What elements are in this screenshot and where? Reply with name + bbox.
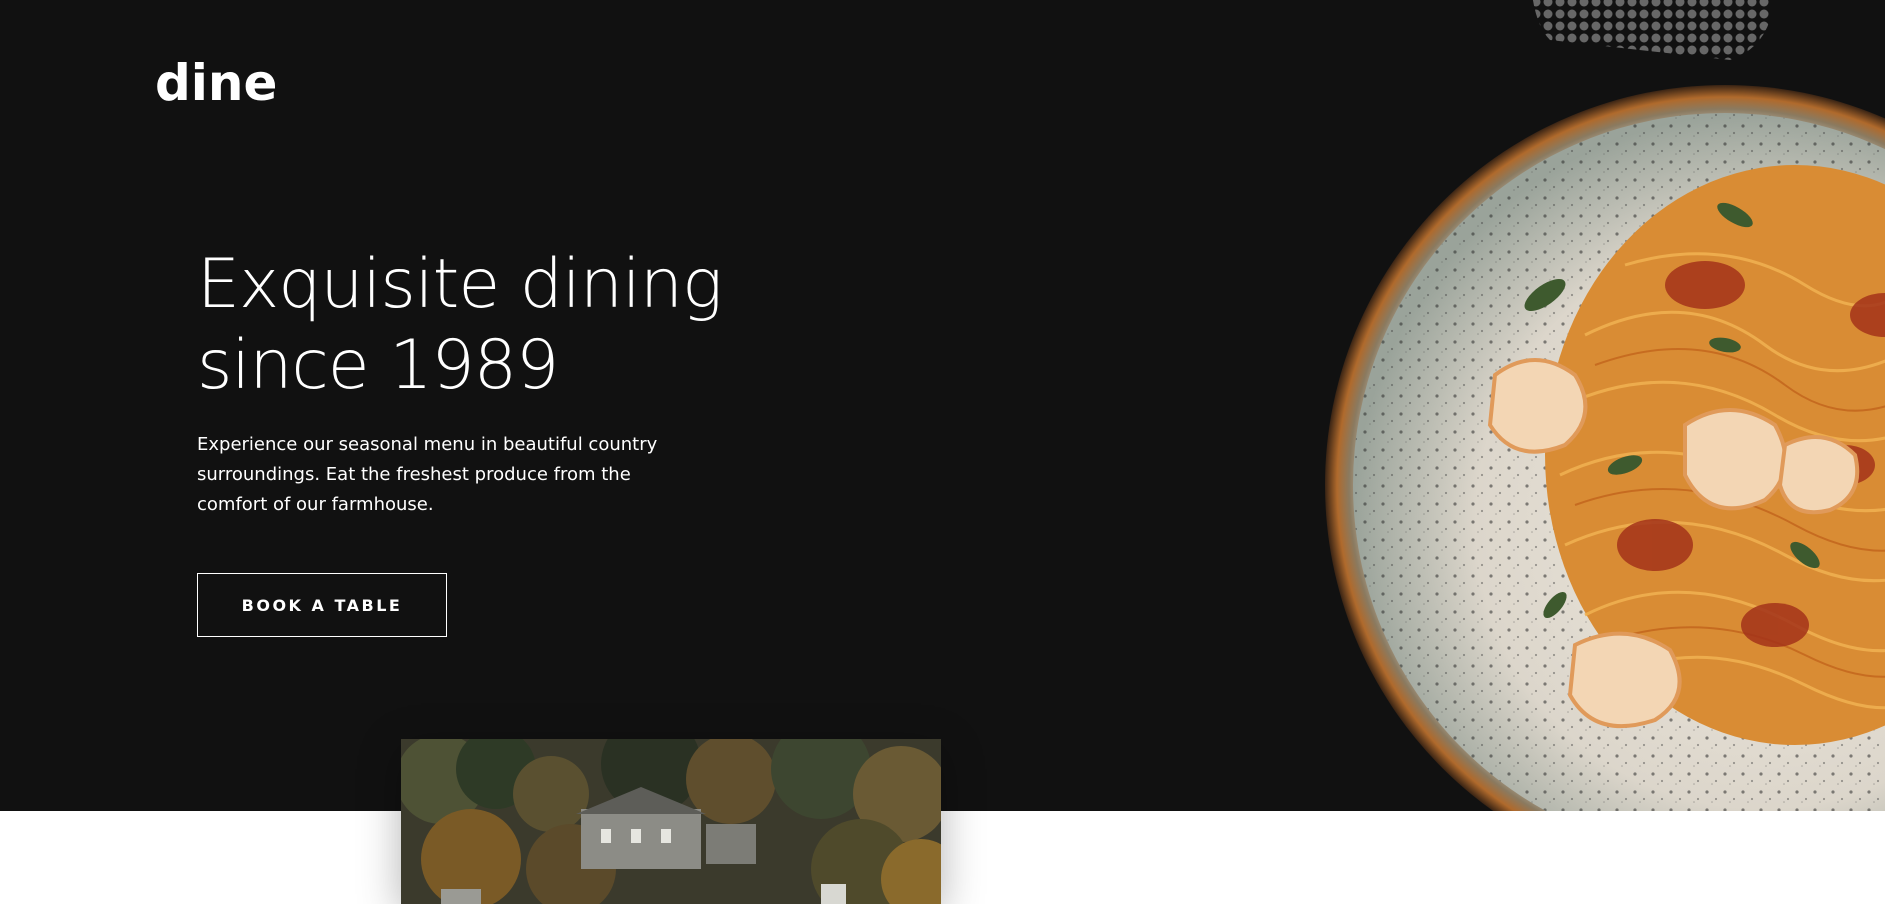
headline-line-1: Exquisite dining <box>197 245 723 324</box>
hero-headline: Exquisite dining since 1989 <box>197 244 757 406</box>
book-a-table-button[interactable]: BOOK A TABLE <box>197 573 447 637</box>
headline-line-2: since 1989 <box>197 326 559 405</box>
hero-section: dine Exquisite dining since 1989 Experie… <box>0 0 1885 811</box>
farmhouse-woods-image <box>401 739 941 904</box>
dot-pattern-decoration <box>1532 0 1770 60</box>
logo[interactable]: dine <box>155 58 277 108</box>
pasta-shrimp-plate-image <box>1325 85 1885 811</box>
hero-description: Experience our seasonal menu in beautifu… <box>197 434 658 515</box>
